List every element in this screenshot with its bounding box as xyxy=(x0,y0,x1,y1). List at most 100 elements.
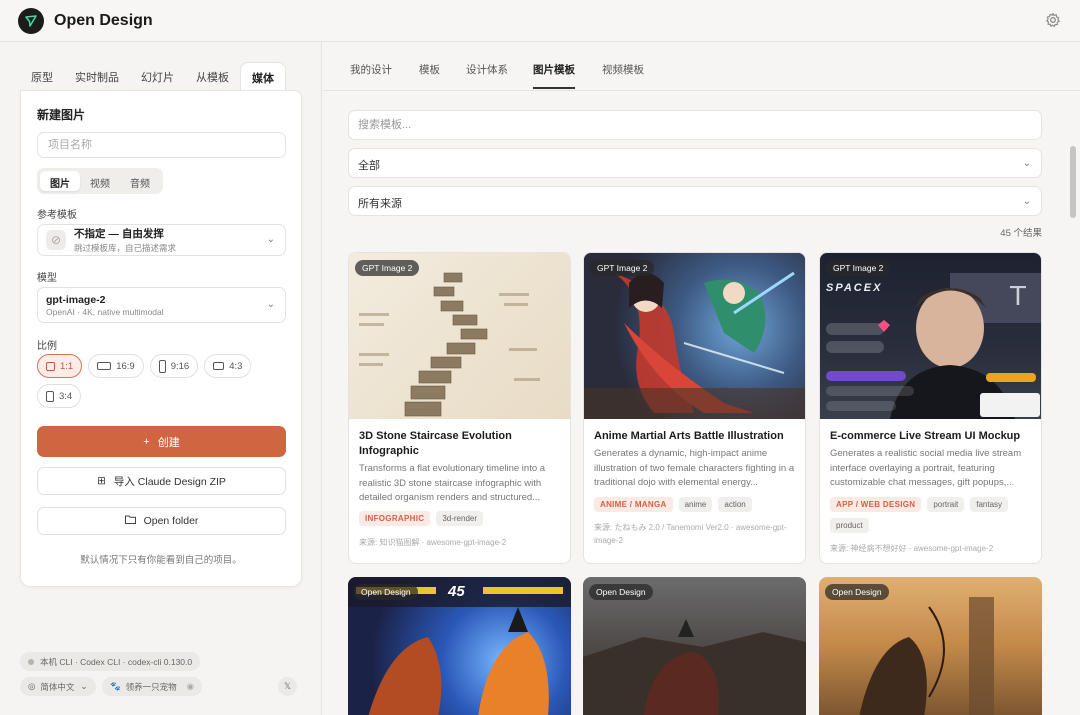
new-image-title: 新建图片 xyxy=(37,108,86,122)
tab-design-systems[interactable]: 设计体系 xyxy=(466,62,508,87)
model-label: 模型 xyxy=(37,273,57,284)
privacy-note: 默认情况下只有你能看到自己的项目。 xyxy=(80,555,242,566)
scrollbar[interactable] xyxy=(1070,146,1076,218)
adopt-pet-button[interactable]: 🐾 领养一只宠物 ◉ xyxy=(102,677,203,696)
left-panel: 原型 实时制品 幻灯片 从模板 媒体 新建图片 图片 视频 音频 参考模板 ⊘ … xyxy=(0,42,322,715)
chevron-down-icon: ⌄ xyxy=(266,299,275,310)
model-tag: GPT Image 2 xyxy=(826,260,891,276)
x-link-button[interactable]: 𝕏 xyxy=(278,677,297,696)
open-folder-button[interactable]: Open folder xyxy=(37,507,286,535)
model-tag: Open Design xyxy=(589,584,653,600)
gear-icon[interactable] xyxy=(1044,12,1062,30)
import-zip-button[interactable]: ⊞ 导入 Claude Design ZIP xyxy=(37,467,286,495)
tag-chip: fantasy xyxy=(970,497,1009,512)
ratio-label-text: 4:3 xyxy=(229,360,243,372)
cli-status[interactable]: 本机 CLI · Codex CLI · codex-cli 0.130.0 xyxy=(20,652,201,671)
svg-text:T: T xyxy=(1009,282,1026,312)
template-thumbnail: GPT Image 2 xyxy=(349,253,570,419)
category-chip: INFOGRAPHIC xyxy=(359,511,431,526)
cli-dot-icon xyxy=(28,658,34,665)
template-card[interactable]: Open Design xyxy=(819,577,1042,715)
result-count: 45 个结果 xyxy=(1000,228,1042,239)
template-card[interactable]: GPT Image 2 3D Stone Staircase Evolution… xyxy=(348,252,571,564)
ratio-4-3[interactable]: 4:3 xyxy=(204,354,252,378)
category-value: 全部 xyxy=(358,160,380,172)
tab-my-designs[interactable]: 我的设计 xyxy=(350,62,392,87)
ratio-16-9[interactable]: 16:9 xyxy=(88,354,144,378)
template-card[interactable]: GPT Image 2 Anime Martial Arts Battle Il… xyxy=(583,252,806,564)
model-select[interactable]: gpt-image-2 OpenAI · 4K, native multimod… xyxy=(37,287,286,323)
source-select[interactable]: 所有来源 ⌄ xyxy=(348,186,1042,216)
tag-chip: portrait xyxy=(927,497,965,512)
media-type-image[interactable]: 图片 xyxy=(40,171,80,191)
ratio-label-text: 9:16 xyxy=(170,360,190,372)
template-search-input[interactable] xyxy=(348,110,1042,140)
tab-prototype[interactable]: 原型 xyxy=(20,62,64,90)
reference-label: 参考模板 xyxy=(37,210,77,221)
open-folder-label: Open folder xyxy=(143,515,199,527)
card-title: 3D Stone Staircase Evolution Infographic xyxy=(359,430,512,457)
plus-icon: + xyxy=(143,435,150,448)
create-button[interactable]: + 创建 xyxy=(37,426,286,457)
ratio-9-16[interactable]: 9:16 xyxy=(149,354,199,378)
reference-template-select[interactable]: ⊘ 不指定 — 自由发挥 跳过模板库，自己描述需求 ⌄ xyxy=(37,224,286,256)
paw-icon: 🐾 xyxy=(110,681,121,691)
ratio-label-text: 16:9 xyxy=(116,360,135,372)
card-title: Anime Martial Arts Battle Illustration xyxy=(594,430,784,442)
card-source: 来源: 神经病不想好好 · awesome-gpt-image-2 xyxy=(830,544,994,553)
tab-image-templates[interactable]: 图片模板 xyxy=(533,62,575,89)
create-label: 创建 xyxy=(157,436,180,449)
tab-templates[interactable]: 模板 xyxy=(419,62,440,87)
ratio-1-1[interactable]: 1:1 xyxy=(37,354,83,378)
model-tag: GPT Image 2 xyxy=(590,260,655,276)
card-description: Generates a dynamic, high-impact anime i… xyxy=(594,448,795,488)
tab-from-template[interactable]: 从模板 xyxy=(185,62,240,90)
model-value: gpt-image-2 xyxy=(46,293,106,306)
tab-live-artifact[interactable]: 实时制品 xyxy=(64,62,130,90)
app-title: Open Design xyxy=(54,11,153,29)
square-icon xyxy=(46,361,55,371)
cli-text: 本机 CLI · Codex CLI · codex-cli 0.130.0 xyxy=(40,656,193,667)
template-card[interactable]: Open Design 45 xyxy=(348,577,571,715)
template-card[interactable]: T GPT Image 2 SPACEX E-commerce Live Str… xyxy=(819,252,1042,564)
media-type-video[interactable]: 视频 xyxy=(80,171,120,191)
template-card[interactable]: Open Design xyxy=(583,577,806,715)
ratio-label-text: 3:4 xyxy=(59,390,73,402)
pet-text: 领养一只宠物 xyxy=(125,681,177,692)
tag-chip: anime xyxy=(678,497,713,512)
new-image-card: 新建图片 图片 视频 音频 参考模板 ⊘ 不指定 — 自由发挥 跳过模板库，自己… xyxy=(20,90,302,587)
import-icon: ⊞ xyxy=(97,475,106,487)
ratio-3-4[interactable]: 3:4 xyxy=(37,384,82,408)
chevron-down-icon: ⌄ xyxy=(1022,196,1031,207)
card-title: E-commerce Live Stream UI Mockup xyxy=(830,430,1021,442)
chevron-down-icon: ⌄ xyxy=(266,234,275,245)
card-chips: ANIME / MANGA anime action xyxy=(594,497,802,512)
category-select[interactable]: 全部 ⌄ xyxy=(348,148,1042,178)
ratio-label: 比例 xyxy=(37,341,57,352)
spacex-text: SPACEX xyxy=(826,282,883,294)
chevron-down-icon: ⌄ xyxy=(80,681,88,691)
source-value: 所有来源 xyxy=(358,198,402,210)
import-label: 导入 Claude Design ZIP xyxy=(113,475,226,488)
media-type-segment: 图片 视频 音频 xyxy=(37,168,163,194)
fight-number: 45 xyxy=(448,583,465,600)
media-type-audio[interactable]: 音频 xyxy=(120,171,160,191)
template-thumbnail: T GPT Image 2 SPACEX xyxy=(820,253,1041,419)
tab-video-templates[interactable]: 视频模板 xyxy=(602,62,644,87)
ratio-label-text: 1:1 xyxy=(60,360,74,372)
project-name-input[interactable] xyxy=(37,132,286,158)
tab-media[interactable]: 媒体 xyxy=(240,62,286,90)
ratio-options: 1:1 16:9 9:16 4:3 3:4 xyxy=(37,354,287,408)
category-chip: ANIME / MANGA xyxy=(594,497,673,512)
main-panel: 我的设计 模板 设计体系 图片模板 视频模板 全部 ⌄ 所有来源 ⌄ 45 个结… xyxy=(323,42,1080,715)
card-source: 来源: たねもみ 2.0 / Tanemomi Ver2.0 · awesome… xyxy=(594,523,787,545)
portrait-icon xyxy=(46,390,54,402)
tab-slides[interactable]: 幻灯片 xyxy=(130,62,185,90)
tag-chip: action xyxy=(718,497,752,512)
folder-icon xyxy=(124,515,136,527)
language-select[interactable]: ◎ 简体中文 ⌄ xyxy=(20,677,96,696)
reference-sub: 跳过模板库，自己描述需求 xyxy=(74,243,177,253)
model-sub: OpenAI · 4K, native multimodal xyxy=(46,306,164,317)
reference-value: 不指定 — 自由发挥 xyxy=(74,228,164,240)
card-source: 来源: 知识猫图解 · awesome-gpt-image-2 xyxy=(359,538,507,547)
